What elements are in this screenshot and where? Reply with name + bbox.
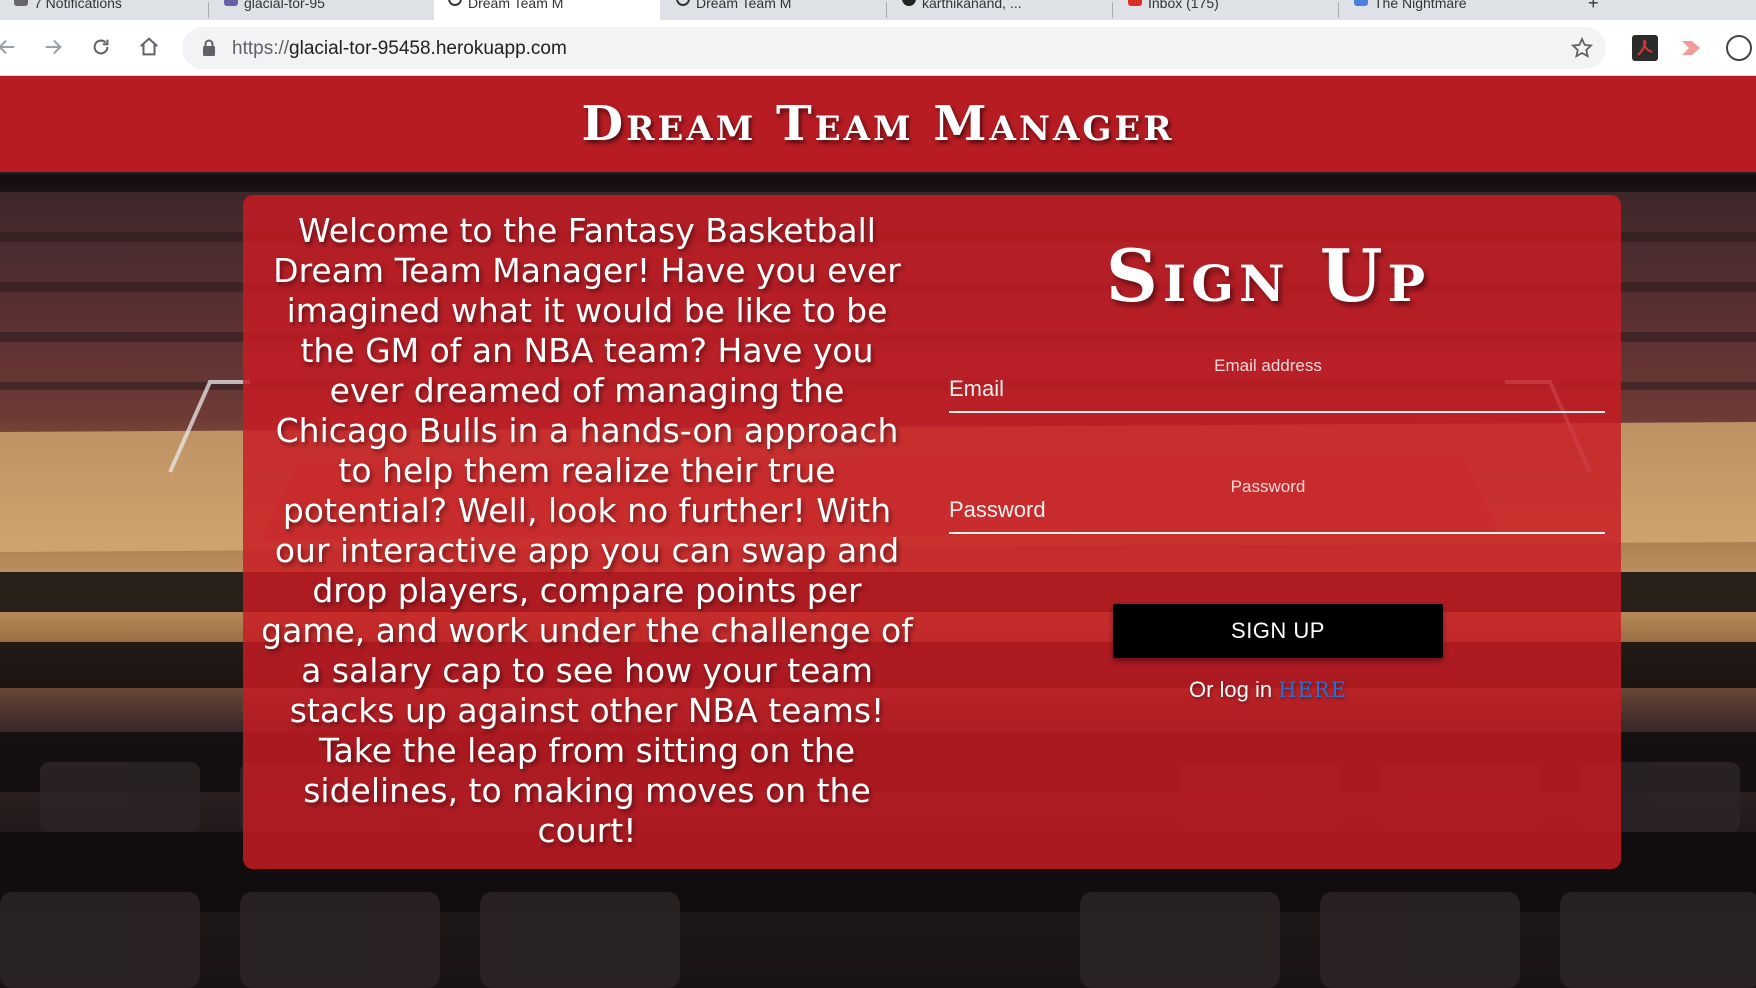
forward-button[interactable]	[38, 32, 68, 62]
gmail-icon	[1128, 0, 1142, 6]
cast-extension-icon[interactable]	[1678, 35, 1704, 61]
tab-github[interactable]: karthikanand, ... ✕	[888, 0, 1110, 20]
site-title: Dream Team Manager	[581, 96, 1175, 152]
signup-title: Sign Up	[1105, 233, 1431, 318]
lock-icon	[203, 39, 215, 56]
reload-icon	[93, 39, 109, 55]
tab-label: The Nightmare	[1374, 0, 1467, 11]
new-tab-button[interactable]: +	[1576, 0, 1616, 20]
tab-heroku[interactable]: glacial-tor-95 ✕	[210, 0, 432, 20]
back-button[interactable]	[0, 32, 22, 62]
home-button[interactable]	[134, 32, 164, 62]
signup-button[interactable]: SIGN UP	[1113, 604, 1443, 658]
tab-notifications[interactable]: 7 Notifications ✕	[0, 0, 206, 20]
bookmark-star-icon[interactable]	[1570, 36, 1594, 60]
tab-label: glacial-tor-95	[244, 0, 325, 11]
notifications-favicon-icon	[14, 0, 28, 6]
github-icon	[902, 0, 916, 6]
tab-label: 7 Notifications	[34, 0, 122, 11]
home-icon	[140, 37, 158, 56]
reload-button[interactable]	[86, 32, 116, 62]
tab-dream-team[interactable]: Dream Team M ✕	[662, 0, 884, 20]
extension-icon[interactable]	[1726, 35, 1752, 61]
tab-inbox[interactable]: Inbox (175) ✕	[1114, 0, 1336, 20]
globe-icon	[676, 0, 690, 6]
docs-icon	[1354, 0, 1368, 6]
address-bar[interactable]: https://glacial-tor-95458.herokuapp.com	[182, 27, 1606, 69]
login-link[interactable]: HERE	[1278, 678, 1347, 702]
tab-dream-team-active[interactable]: Dream Team M ✕	[434, 0, 660, 20]
tab-label: Inbox (175)	[1148, 0, 1219, 11]
url-scheme: https://	[232, 38, 290, 59]
arrow-right-icon	[45, 39, 62, 55]
web-page: Dream Team Manager Welcome to the Fantas…	[0, 76, 1756, 988]
pdf-extension-icon[interactable]	[1632, 35, 1658, 61]
login-prompt: Or log in HERE	[933, 677, 1603, 703]
globe-icon	[448, 0, 462, 6]
password-field[interactable]	[949, 488, 1605, 534]
heroku-favicon-icon	[224, 0, 238, 6]
signup-panel: Welcome to the Fantasy Basketball Dream …	[243, 195, 1621, 869]
tab-label: karthikanand, ...	[922, 0, 1022, 11]
browser-toolbar: https://glacial-tor-95458.herokuapp.com	[0, 20, 1756, 76]
welcome-text: Welcome to the Fantasy Basketball Dream …	[261, 211, 913, 850]
tab-strip: 7 Notifications ✕ glacial-tor-95 ✕ Dream…	[0, 0, 1756, 20]
tab-label: Dream Team M	[468, 0, 564, 11]
email-field[interactable]	[949, 367, 1605, 413]
url-text: https://glacial-tor-95458.herokuapp.com	[232, 38, 567, 60]
url-host: glacial-tor-95458.herokuapp.com	[289, 38, 567, 59]
tab-label: Dream Team M	[696, 0, 792, 11]
plus-icon: +	[1588, 0, 1599, 13]
arrow-left-icon	[0, 39, 15, 55]
tab-nightmare[interactable]: The Nightmare ✕	[1340, 0, 1562, 20]
site-header: Dream Team Manager	[0, 76, 1756, 172]
login-prefix-text: Or log in	[1188, 677, 1273, 702]
